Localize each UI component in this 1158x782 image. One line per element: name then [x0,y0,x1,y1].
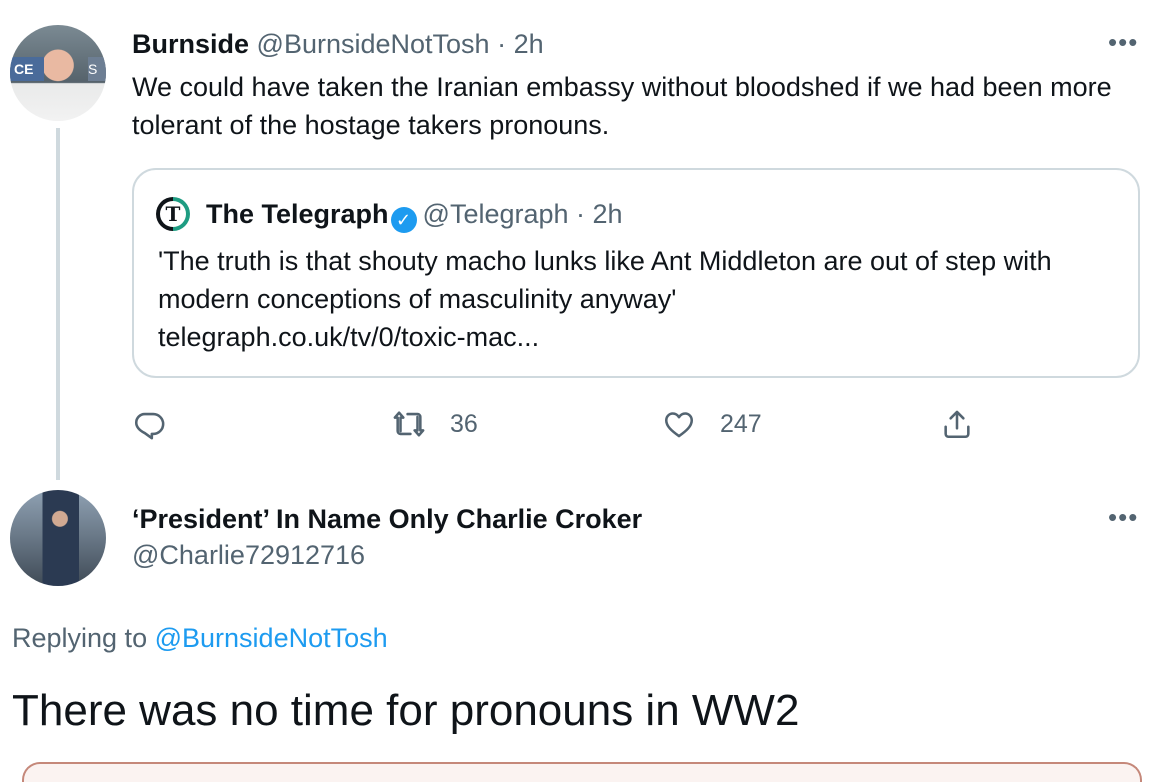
avatar-burnside[interactable]: CE S [10,25,106,121]
heart-icon [664,412,694,438]
more-options-icon[interactable]: ••• [1108,29,1138,55]
verified-badge-icon: ✓ [390,207,417,233]
telegraph-logo-icon[interactable]: T [156,197,190,231]
separator-dot: · [568,199,593,229]
quoted-tweet-header: The Telegraph ✓ @Telegraph · 2h [206,197,623,233]
tweet1-author-handle[interactable]: @BurnsideNotTosh [257,29,490,59]
retweet-count: 36 [450,409,478,438]
replying-to-label: Replying to [12,623,148,653]
tweet2-text: There was no time for pronouns in WW2 [12,686,800,735]
tweet2-author-handle[interactable]: @Charlie72912716 [132,538,365,572]
like-count: 247 [720,409,762,438]
replying-to-handle[interactable]: @BurnsideNotTosh [155,623,388,653]
tweet1-header: Burnside @BurnsideNotTosh · 2h [132,27,544,61]
quoted-tweet-link[interactable]: telegraph.co.uk/tv/0/toxic-mac... [158,318,1118,356]
more-options-icon[interactable]: ••• [1108,504,1138,530]
quoted-timestamp[interactable]: 2h [593,199,623,229]
avatar-charlie-croker[interactable] [10,490,106,586]
tweet1-text: We could have taken the Iranian embassy … [132,72,1112,140]
like-button[interactable]: 247 [662,404,762,444]
quoted-tweet-body: 'The truth is that shouty macho lunks li… [158,246,1052,314]
thread-connector-line [56,128,60,480]
tweet1-timestamp[interactable]: 2h [514,29,544,59]
quoted-author-handle[interactable]: @Telegraph [423,199,569,229]
replying-to-line: Replying to @BurnsideNotTosh [12,620,388,656]
telegraph-logo-letter: T [160,201,186,227]
quoted-tweet-text: 'The truth is that shouty macho lunks li… [158,242,1118,356]
quoted-author-name[interactable]: The Telegraph [206,199,389,229]
tweet1-author-name[interactable]: Burnside [132,29,249,59]
avatar-banner-left: CE [10,57,44,81]
avatar-banner-right: S [88,57,106,81]
separator-dot: · [489,29,514,59]
reply-icon [134,412,165,440]
share-icon [944,410,970,439]
retweet-icon [393,411,425,437]
media-card-edge[interactable] [22,762,1142,782]
tweet2-author-name[interactable]: ‘President’ In Name Only Charlie Croker [132,502,642,536]
retweet-button[interactable]: 36 [392,404,478,444]
reply-button[interactable] [132,404,166,444]
share-button[interactable] [940,404,974,444]
